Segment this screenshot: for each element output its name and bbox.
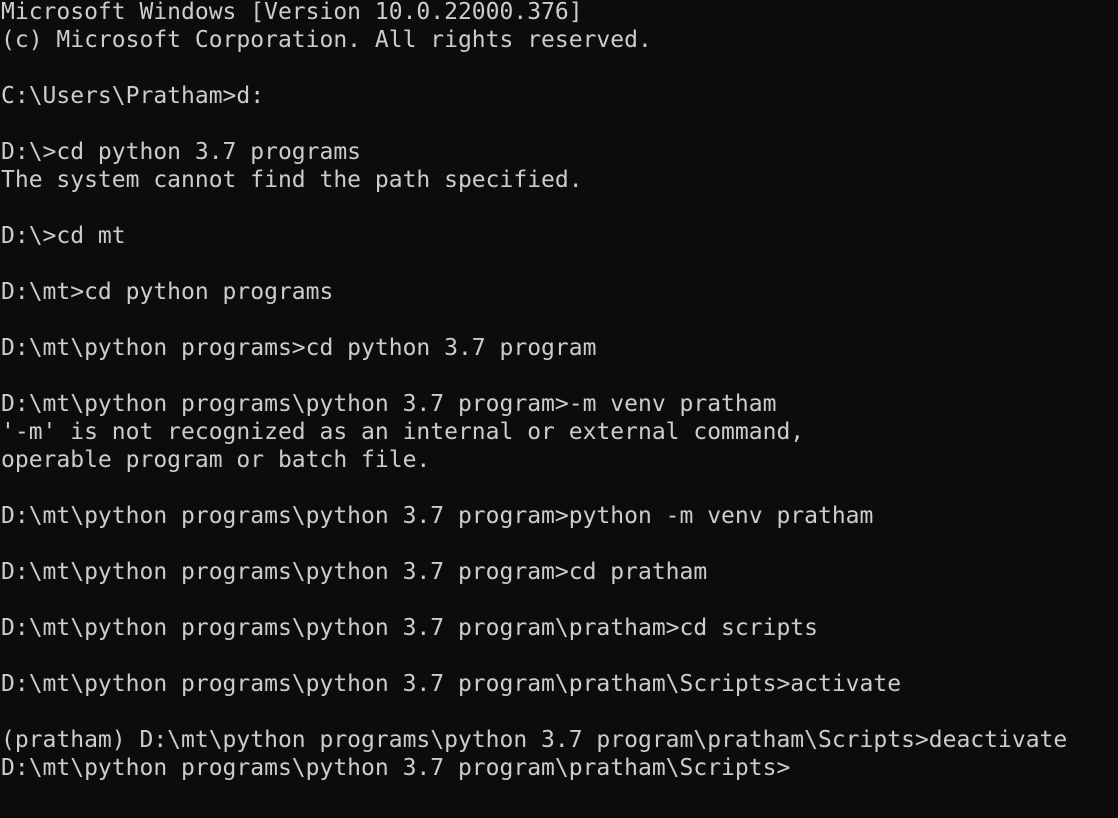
terminal-line: D:\mt>cd python programs <box>1 279 334 305</box>
terminal-line: Microsoft Windows [Version 10.0.22000.37… <box>1 0 583 25</box>
terminal-line: D:\mt\python programs\python 3.7 program… <box>1 559 708 585</box>
terminal-prompt-line[interactable]: D:\mt\python programs\python 3.7 program… <box>1 754 1118 783</box>
terminal-line: C:\Users\Pratham>d: <box>1 83 265 109</box>
terminal-line: The system cannot find the path specifie… <box>1 167 583 193</box>
terminal-output[interactable]: Microsoft Windows [Version 10.0.22000.37… <box>0 0 1118 818</box>
terminal-line: D:\mt\python programs\python 3.7 program… <box>1 671 902 697</box>
terminal-line: (pratham) D:\mt\python programs\python 3… <box>1 727 1068 753</box>
terminal-line: D:\mt\python programs>cd python 3.7 prog… <box>1 335 597 361</box>
terminal-line: D:\mt\python programs\python 3.7 program… <box>1 391 777 417</box>
terminal-line: '-m' is not recognized as an internal or… <box>1 419 805 445</box>
terminal-line: operable program or batch file. <box>1 447 431 473</box>
terminal-line: D:\>cd mt <box>1 223 126 249</box>
terminal-line: D:\mt\python programs\python 3.7 program… <box>1 615 818 641</box>
terminal-line: (c) Microsoft Corporation. All rights re… <box>1 27 652 53</box>
terminal-line: D:\>cd python 3.7 programs <box>1 139 362 165</box>
terminal-line: D:\mt\python programs\python 3.7 program… <box>1 503 874 529</box>
